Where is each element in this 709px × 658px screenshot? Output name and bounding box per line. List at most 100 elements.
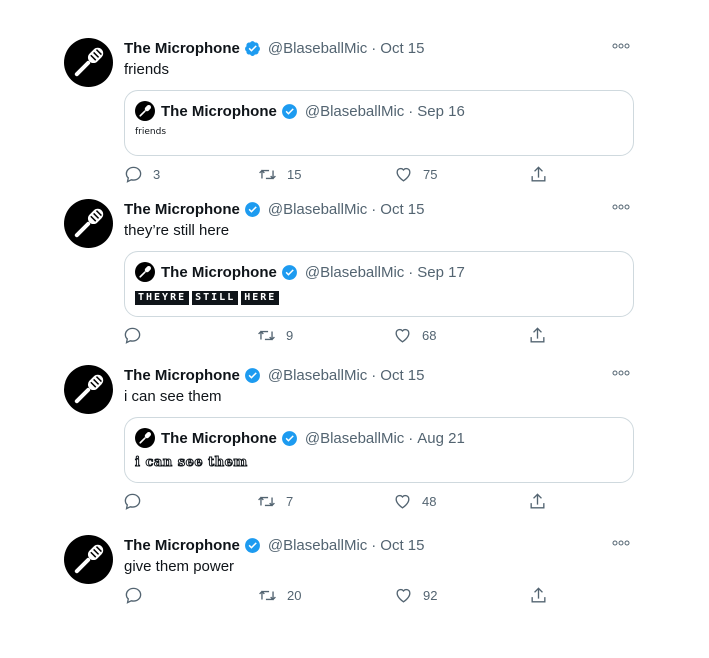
separator: · [371, 39, 377, 57]
quote-author-handle: @BlaseballMic [304, 263, 405, 281]
quote-word: STILL [192, 291, 239, 305]
avatar[interactable] [64, 38, 113, 87]
microphone-icon [74, 47, 104, 77]
like-count: 48 [422, 494, 437, 509]
avatar[interactable] [64, 535, 113, 584]
reply-button[interactable]: 3 [124, 165, 160, 184]
like-count: 68 [422, 328, 437, 343]
retweet-icon [259, 169, 276, 180]
tweet-actions: 20 92 [124, 586, 564, 606]
share-icon [531, 587, 546, 603]
quoted-tweet[interactable]: The Microphone @BlaseballMic · Sep 17 TH… [124, 251, 634, 317]
retweet-button[interactable]: 7 [257, 492, 293, 511]
separator: · [371, 366, 377, 384]
like-count: 92 [423, 588, 438, 603]
more-options-icon[interactable] [612, 199, 632, 213]
more-options-icon[interactable] [612, 535, 632, 549]
retweet-button[interactable]: 15 [258, 165, 301, 184]
tweet-text: they’re still here [124, 222, 230, 239]
tweet-actions: 9 68 [123, 326, 563, 346]
retweet-count: 20 [287, 588, 302, 603]
reply-button[interactable] [124, 586, 153, 605]
tweet-date[interactable]: Oct 15 [380, 367, 424, 384]
avatar[interactable] [64, 199, 113, 248]
verified-badge-icon [244, 40, 260, 56]
author-name[interactable]: The Microphone [124, 367, 240, 384]
retweet-button[interactable]: 9 [257, 326, 293, 345]
author-name[interactable]: The Microphone [124, 537, 240, 554]
retweet-count: 7 [286, 494, 294, 509]
quoted-tweet[interactable]: The Microphone @BlaseballMic · Aug 21 i … [124, 417, 634, 483]
reply-icon [124, 493, 141, 510]
tweet-date[interactable]: Oct 15 [380, 201, 424, 218]
retweet-icon [258, 496, 275, 507]
separator: · [371, 536, 377, 554]
microphone-icon [139, 266, 151, 278]
tweet-date[interactable]: Oct 15 [380, 537, 424, 554]
share-icon [531, 166, 546, 182]
microphone-icon [139, 105, 151, 117]
verified-badge-icon [244, 367, 260, 383]
verified-badge-icon [281, 430, 297, 446]
reply-icon [125, 587, 142, 604]
quote-author-handle: @BlaseballMic [304, 429, 405, 447]
avatar[interactable] [64, 365, 113, 414]
share-button[interactable] [528, 492, 547, 511]
like-button[interactable]: 75 [394, 165, 437, 184]
verified-badge-icon [244, 201, 260, 217]
separator: · [408, 263, 414, 281]
tweet-text: give them power [124, 558, 235, 575]
heart-icon [395, 328, 410, 343]
tweet-date[interactable]: Oct 15 [380, 40, 424, 57]
verified-badge-icon [281, 103, 297, 119]
author-handle[interactable]: @BlaseballMic [268, 40, 367, 57]
reply-icon [125, 166, 142, 183]
share-icon [530, 327, 545, 343]
author-handle[interactable]: @BlaseballMic [268, 367, 367, 384]
author-name[interactable]: The Microphone [124, 40, 240, 57]
tweet-text: i can see them [124, 388, 222, 405]
heart-icon [396, 588, 411, 603]
reply-button[interactable] [123, 326, 152, 345]
separator: · [408, 429, 414, 447]
quote-author-name: The Microphone [161, 263, 277, 281]
quote-date: Sep 16 [417, 102, 465, 120]
share-button[interactable] [528, 326, 547, 345]
microphone-icon [74, 544, 104, 574]
verified-badge-icon [244, 537, 260, 553]
share-button[interactable] [529, 586, 548, 605]
quote-text: i can see them [135, 455, 248, 471]
quote-date: Aug 21 [417, 429, 465, 447]
quote-author-name: The Microphone [161, 429, 277, 447]
quote-author-name: The Microphone [161, 102, 277, 120]
more-options-icon[interactable] [612, 365, 632, 379]
like-button[interactable]: 92 [394, 586, 437, 605]
quote-text: THEYRE STILL HERE [135, 291, 280, 305]
quote-word: HERE [241, 291, 280, 305]
retweet-icon [258, 330, 275, 341]
more-options-icon[interactable] [612, 38, 632, 52]
retweet-button[interactable]: 20 [258, 586, 301, 605]
like-button[interactable]: 48 [393, 492, 436, 511]
author-handle[interactable]: @BlaseballMic [268, 201, 367, 218]
quoted-tweet[interactable]: The Microphone @BlaseballMic · Sep 16 fr… [124, 90, 634, 156]
reply-button[interactable] [123, 492, 152, 511]
author-name[interactable]: The Microphone [124, 201, 240, 218]
microphone-icon [74, 374, 104, 404]
share-button[interactable] [529, 165, 548, 184]
separator: · [408, 102, 414, 120]
verified-badge-icon [281, 264, 297, 280]
share-icon [530, 493, 545, 509]
tweet-text: friends [124, 61, 170, 78]
retweet-count: 15 [287, 167, 302, 182]
like-button[interactable]: 68 [393, 326, 436, 345]
retweet-count: 9 [286, 328, 294, 343]
separator: · [371, 200, 377, 218]
tweet-actions: 7 48 [123, 492, 563, 512]
avatar [135, 428, 155, 448]
microphone-icon [139, 432, 151, 444]
reply-icon [124, 327, 141, 344]
reply-count: 3 [153, 167, 161, 182]
heart-icon [395, 494, 410, 509]
author-handle[interactable]: @BlaseballMic [268, 537, 367, 554]
